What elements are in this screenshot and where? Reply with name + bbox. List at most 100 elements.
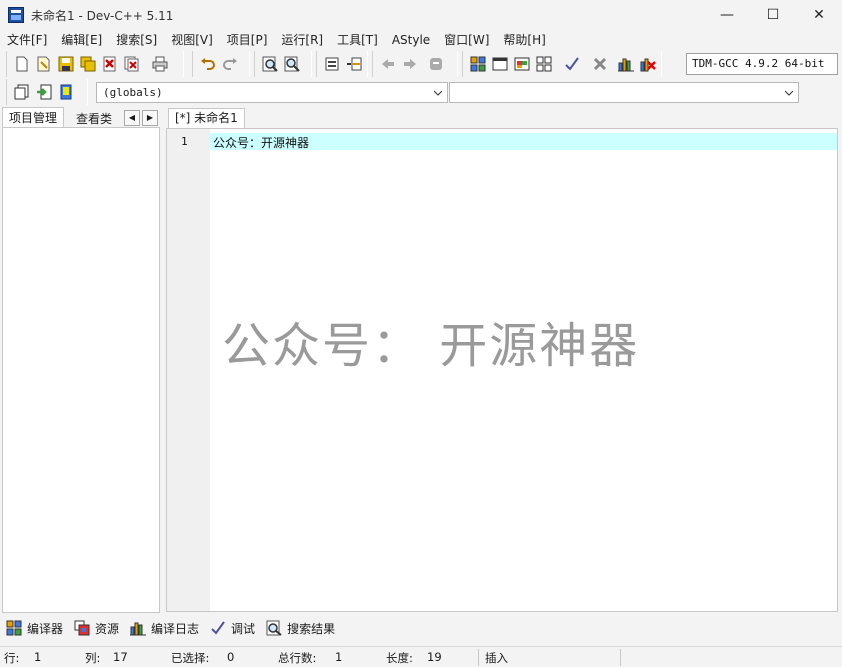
project-options-button[interactable]	[55, 81, 77, 103]
project-pages-icon	[14, 84, 29, 100]
search-icon	[266, 620, 282, 636]
close-icon: ✕	[813, 7, 825, 23]
save-icon	[58, 56, 74, 72]
forward-icon	[404, 59, 416, 69]
compile-toolbar-group	[462, 51, 662, 77]
left-panel-tabs: 项目管理 查看类 ◀ ▶	[2, 107, 162, 127]
stop-execution-button[interactable]	[589, 53, 611, 75]
menu-view[interactable]: 视图[V]	[164, 30, 220, 50]
compile-run-button[interactable]	[511, 53, 533, 75]
status-selected-value: 0	[227, 650, 235, 664]
menu-run[interactable]: 运行[R]	[274, 30, 330, 50]
minimize-icon: —	[720, 7, 734, 23]
forward-button[interactable]	[399, 53, 421, 75]
tab-compile-log[interactable]: 编译日志	[126, 617, 203, 639]
menu-astyle[interactable]: AStyle	[385, 30, 437, 50]
status-selected-label: 已选择:	[171, 651, 210, 665]
find-button[interactable]	[259, 53, 281, 75]
profile-button[interactable]	[615, 53, 637, 75]
menu-help[interactable]: 帮助[H]	[496, 30, 552, 50]
member-selector[interactable]	[449, 82, 799, 103]
bar-chart-icon	[618, 58, 634, 72]
file-toolbar-group	[6, 51, 184, 77]
replace-button[interactable]	[281, 53, 303, 75]
open-file-button[interactable]	[33, 53, 55, 75]
new-file-button[interactable]	[11, 53, 33, 75]
status-col-label: 列:	[85, 651, 101, 665]
delete-chart-icon	[640, 58, 656, 72]
status-divider	[620, 649, 621, 666]
bookmark-icon	[430, 58, 442, 70]
save-all-icon	[80, 56, 96, 72]
status-row-label: 行:	[4, 651, 20, 665]
compiler-selector[interactable]: TDM-GCC 4.9.2 64-bit	[686, 53, 838, 75]
menu-project[interactable]: 项目[P]	[220, 30, 275, 50]
close-button[interactable]: ✕	[796, 0, 842, 30]
run-button[interactable]	[489, 53, 511, 75]
find-icon	[262, 56, 278, 72]
status-col-value: 17	[113, 650, 128, 664]
undo-button[interactable]	[197, 53, 219, 75]
status-total-lines-value: 1	[335, 650, 343, 664]
print-button[interactable]	[149, 53, 171, 75]
tab-class-browser[interactable]: 查看类	[70, 109, 118, 129]
print-icon	[152, 56, 168, 72]
status-bar: 行: 1 列: 17 已选择: 0 总行数: 1 长度: 19 插入	[0, 646, 842, 667]
status-row-value: 1	[34, 650, 42, 664]
goto-line-icon	[347, 57, 362, 71]
run-window-icon	[492, 57, 508, 71]
back-button[interactable]	[377, 53, 399, 75]
menu-search[interactable]: 搜索[S]	[109, 30, 164, 50]
status-total-lines-label: 总行数:	[278, 651, 317, 665]
bookmark-toolbar-group	[372, 51, 458, 77]
watermark-text: 公众号： 开源神器	[222, 318, 640, 374]
tab-debug[interactable]: 调试	[206, 617, 259, 639]
window-title: 未命名1 - Dev-C++ 5.11	[31, 8, 174, 23]
save-all-button[interactable]	[77, 53, 99, 75]
toggle-fullscreen-button[interactable]	[321, 53, 343, 75]
project-options-icon	[60, 84, 72, 100]
add-file-icon	[37, 84, 52, 100]
window-icon	[325, 57, 339, 71]
bottom-panel-tabs: 编译器 资源 编译日志 调试 搜索结果	[2, 616, 840, 640]
tab-resources-label: 资源	[95, 621, 120, 636]
compile-run-icon	[514, 57, 530, 71]
close-file-button[interactable]	[99, 53, 121, 75]
rebuild-grid-icon	[536, 56, 552, 72]
minimize-button[interactable]: —	[704, 0, 750, 30]
compile-button[interactable]	[467, 53, 489, 75]
add-to-project-button[interactable]	[33, 81, 55, 103]
editor-tab[interactable]: [*] 未命名1	[168, 108, 245, 128]
tab-search-results[interactable]: 搜索结果	[262, 617, 339, 639]
code-line[interactable]: 公众号：开源神器	[213, 134, 309, 151]
scope-selector[interactable]: (globals)	[96, 82, 448, 103]
back-icon	[382, 59, 394, 69]
close-all-icon	[124, 56, 139, 72]
new-project-button[interactable]	[11, 81, 33, 103]
tab-compiler[interactable]: 编译器	[2, 617, 67, 639]
bookmark-button[interactable]	[425, 53, 447, 75]
maximize-button[interactable]: ☐	[750, 0, 796, 30]
menu-tools[interactable]: 工具[T]	[330, 30, 385, 50]
secondary-toolbar: (globals)	[2, 79, 800, 106]
tab-scroll-left-button[interactable]: ◀	[124, 110, 140, 126]
status-length-label: 长度:	[386, 651, 413, 665]
save-button[interactable]	[55, 53, 77, 75]
delete-profile-button[interactable]	[637, 53, 659, 75]
close-all-button[interactable]	[121, 53, 143, 75]
menu-window[interactable]: 窗口[W]	[437, 30, 496, 50]
arrow-left-icon: ◀	[128, 113, 136, 122]
syntax-check-button[interactable]	[561, 53, 583, 75]
tab-project-manager[interactable]: 项目管理	[2, 107, 65, 127]
close-file-icon	[103, 56, 116, 72]
tab-scroll-right-button[interactable]: ▶	[142, 110, 158, 126]
redo-icon	[223, 58, 237, 70]
tab-resources[interactable]: 资源	[70, 617, 123, 639]
menu-edit[interactable]: 编辑[E]	[54, 30, 109, 50]
menu-file[interactable]: 文件[F]	[0, 30, 54, 50]
project-tree-panel[interactable]	[2, 127, 160, 613]
find-toolbar-group	[254, 51, 312, 77]
redo-button[interactable]	[219, 53, 241, 75]
goto-line-button[interactable]	[343, 53, 365, 75]
rebuild-all-button[interactable]	[533, 53, 555, 75]
